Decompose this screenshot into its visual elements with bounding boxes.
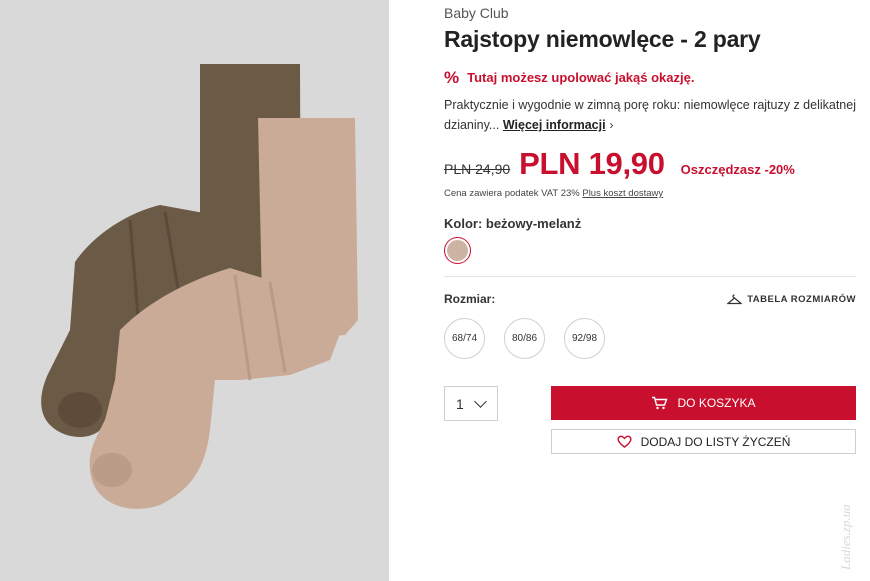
vat-text: Cena zawiera podatek VAT 23% bbox=[444, 188, 580, 199]
size-options: 68/74 80/86 92/98 bbox=[444, 318, 605, 359]
add-to-cart-button[interactable]: DO KOSZYKA bbox=[551, 386, 856, 420]
size-option-92-98[interactable]: 92/98 bbox=[564, 318, 605, 359]
size-option-68-74[interactable]: 68/74 bbox=[444, 318, 485, 359]
promo-banner: % Tutaj możesz upolować jakąś okazję. bbox=[444, 69, 694, 86]
watermark: Ladies.zp.ua bbox=[838, 504, 853, 571]
divider bbox=[444, 276, 856, 277]
old-price: PLN 24,90 bbox=[444, 161, 511, 177]
shipping-cost-link[interactable]: Plus koszt dostawy bbox=[582, 188, 663, 199]
add-to-wishlist-button[interactable]: DODAJ DO LISTY ŻYCZEŃ bbox=[551, 429, 856, 454]
size-chart-label: TABELA ROZMIARÓW bbox=[747, 294, 856, 305]
hanger-icon bbox=[727, 294, 743, 305]
size-option-80-86[interactable]: 80/86 bbox=[504, 318, 545, 359]
quantity-select[interactable]: 1 bbox=[444, 386, 498, 421]
heart-icon bbox=[617, 435, 632, 448]
tights-product-photo bbox=[41, 64, 358, 509]
chevron-down-icon bbox=[473, 394, 487, 408]
color-swatch-beige-melange[interactable] bbox=[444, 237, 471, 264]
quantity-value: 1 bbox=[456, 395, 464, 412]
product-title: Rajstopy niemowlęce - 2 pary bbox=[444, 26, 761, 52]
current-price: PLN 19,90 bbox=[519, 146, 665, 181]
cart-icon bbox=[652, 396, 668, 410]
size-chart-link[interactable]: TABELA ROZMIARÓW bbox=[727, 294, 856, 305]
more-info-link[interactable]: Więcej informacji bbox=[503, 118, 606, 132]
add-to-wishlist-label: DODAJ DO LISTY ŻYCZEŃ bbox=[640, 434, 791, 449]
add-to-cart-label: DO KOSZYKA bbox=[677, 396, 756, 410]
promo-text: Tutaj możesz upolować jakąś okazję. bbox=[467, 70, 695, 85]
brand-name[interactable]: Baby Club bbox=[444, 5, 509, 21]
chevron-right-icon: › bbox=[609, 118, 614, 132]
saving-badge: Oszczędzasz -20% bbox=[680, 162, 795, 177]
product-description: Praktycznie i wygodnie w zimną porę roku… bbox=[444, 95, 856, 135]
percent-icon: % bbox=[444, 68, 460, 87]
color-label: Kolor: beżowy-melanż bbox=[444, 216, 582, 231]
product-image-panel bbox=[0, 0, 389, 581]
swatch-fill bbox=[447, 240, 468, 261]
size-label: Rozmiar: bbox=[444, 292, 496, 306]
watermark-text: Ladies.zp.ua bbox=[838, 504, 853, 571]
vat-note: Cena zawiera podatek VAT 23% Plus koszt … bbox=[444, 188, 663, 199]
price-row: PLN 24,90 PLN 19,90 Oszczędzasz -20% bbox=[444, 146, 795, 182]
